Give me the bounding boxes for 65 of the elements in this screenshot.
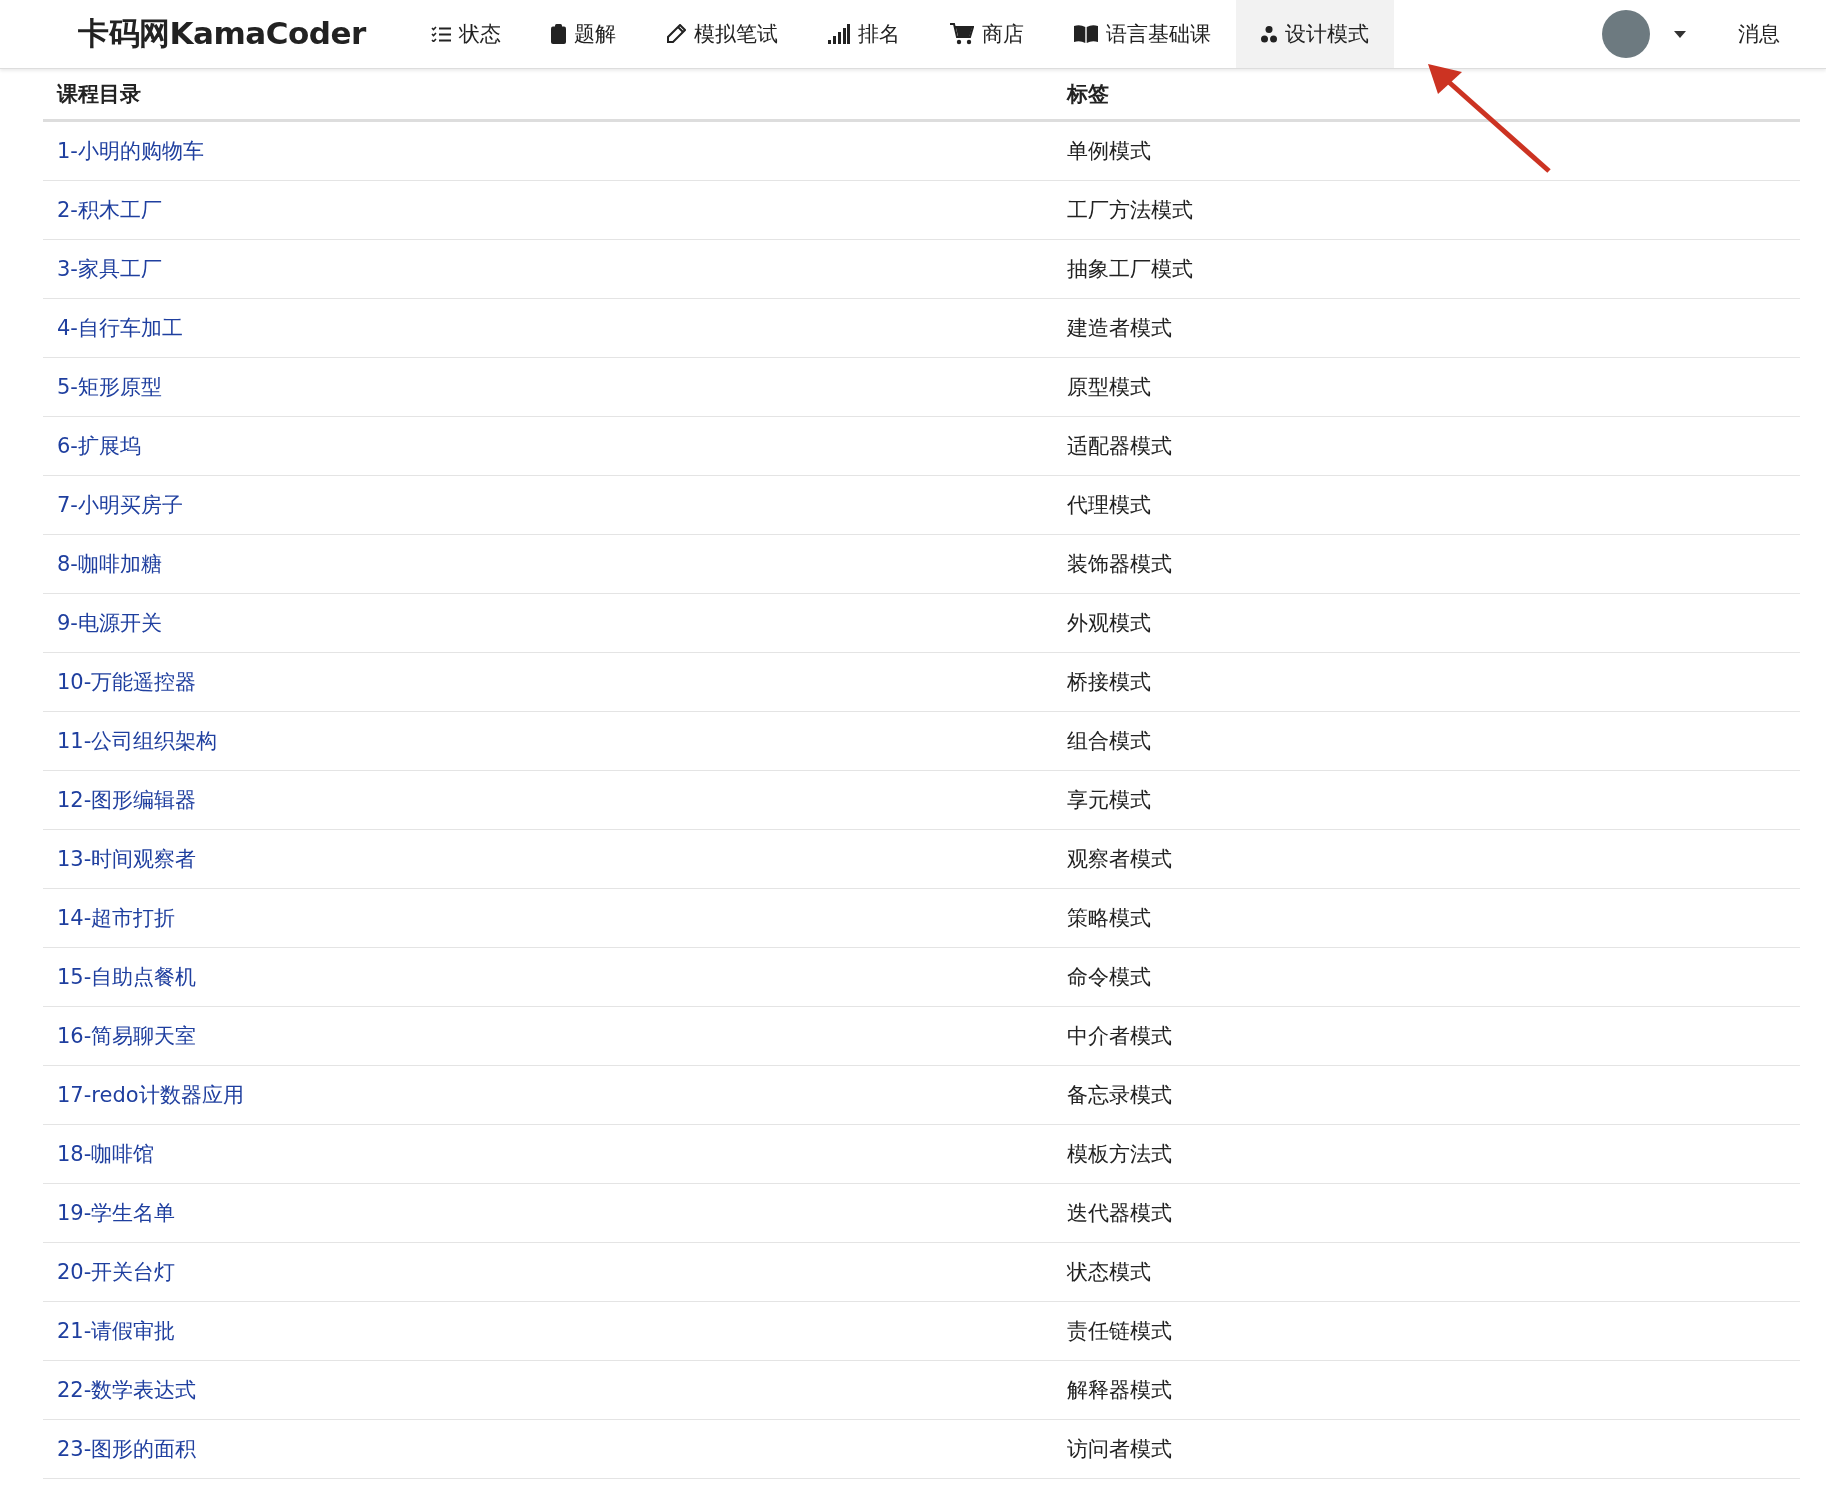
course-link[interactable]: 2-积木工厂 [57,198,162,222]
nav-tab[interactable]: 模拟笔试 [640,0,803,68]
tag-text: 组合模式 [1067,729,1151,753]
course-link[interactable]: 5-矩形原型 [57,375,162,399]
tag-text: 享元模式 [1067,788,1151,812]
course-link[interactable]: 17-redo计数器应用 [57,1083,244,1107]
tag-text: 适配器模式 [1067,434,1172,458]
tag-text: 建造者模式 [1067,316,1172,340]
course-link[interactable]: 7-小明买房子 [57,493,183,517]
tag-text: 代理模式 [1067,493,1151,517]
course-link[interactable]: 14-超市打折 [57,906,176,930]
nav-tab[interactable]: 设计模式 [1235,0,1394,68]
course-link[interactable]: 11-公司组织架构 [57,729,218,753]
course-link[interactable]: 4-自行车加工 [57,316,183,340]
nav-tab[interactable]: 题解 [525,0,641,68]
tag-text: 责任链模式 [1067,1319,1172,1343]
tag-text: 桥接模式 [1067,670,1151,694]
course-link[interactable]: 13-时间观察者 [57,847,197,871]
tag-text: 单例模式 [1067,139,1151,163]
nav-tab[interactable]: 状态 [405,0,526,68]
course-link[interactable]: 20-开关台灯 [57,1260,176,1284]
nav-tab[interactable]: 排名 [802,0,925,68]
tag-text: 抽象工厂模式 [1067,257,1193,281]
tag-text: 观察者模式 [1067,847,1172,871]
course-link[interactable]: 12-图形编辑器 [57,788,197,812]
tag-text: 迭代器模式 [1067,1201,1172,1225]
list-icon [430,26,451,42]
tag-text: 模板方法式 [1067,1142,1172,1166]
clipboard-icon [550,24,566,44]
tag-text: 解释器模式 [1067,1378,1172,1402]
tag-text: 访问者模式 [1067,1437,1172,1461]
course-link[interactable]: 18-咖啡馆 [57,1142,155,1166]
nav-tab[interactable]: 商店 [924,0,1049,68]
nodes-icon [1260,25,1277,43]
course-link[interactable]: 10-万能遥控器 [57,670,197,694]
tag-text: 外观模式 [1067,611,1151,635]
nav-tab[interactable]: 语言基础课 [1048,0,1236,68]
avatar[interactable] [1602,10,1650,58]
course-link[interactable]: 6-扩展坞 [57,434,141,458]
tag-text: 原型模式 [1067,375,1151,399]
tag-text: 备忘录模式 [1067,1083,1172,1107]
messages-link[interactable]: 消息 [1738,20,1780,48]
caret-icon[interactable] [1674,30,1686,38]
tag-text: 策略模式 [1067,906,1151,930]
course-link[interactable]: 8-咖啡加糖 [57,552,162,576]
course-link[interactable]: 23-图形的面积 [57,1437,197,1461]
course-link[interactable]: 19-学生名单 [57,1201,176,1225]
course-link[interactable]: 22-数学表达式 [57,1378,197,1402]
course-link[interactable]: 21-请假审批 [57,1319,176,1343]
course-link[interactable]: 15-自助点餐机 [57,965,197,989]
tag-text: 装饰器模式 [1067,552,1172,576]
course-link[interactable]: 9-电源开关 [57,611,162,635]
tag-text: 工厂方法模式 [1067,198,1193,222]
cart-icon [949,23,974,45]
tag-text: 命令模式 [1067,965,1151,989]
signal-bars-icon [827,24,850,44]
tag-text: 中介者模式 [1067,1024,1172,1048]
course-link[interactable]: 1-小明的购物车 [57,139,204,163]
course-link[interactable]: 3-家具工厂 [57,257,162,281]
column-header: 课程目录 [43,69,1053,121]
site-logo[interactable]: 卡码网KamaCoder [78,13,366,55]
pencil-icon [665,24,686,44]
tag-text: 状态模式 [1067,1260,1151,1284]
book-icon [1073,25,1098,43]
course-link[interactable]: 16-简易聊天室 [57,1024,197,1048]
